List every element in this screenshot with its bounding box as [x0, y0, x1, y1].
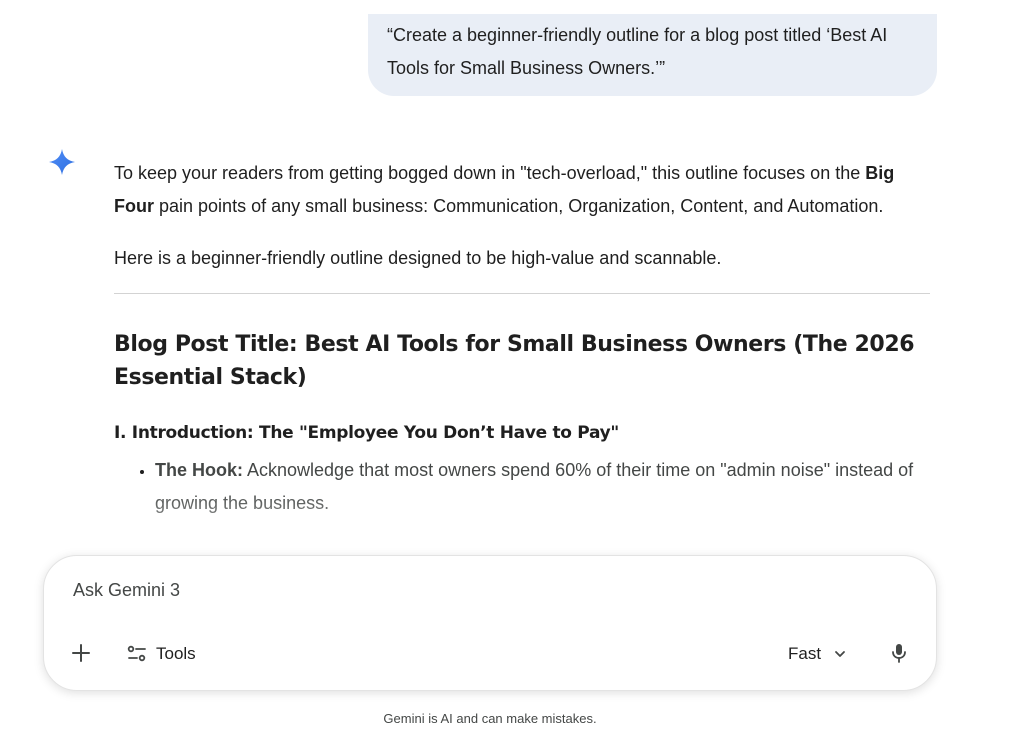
tools-button[interactable]: Tools	[126, 639, 196, 669]
divider	[114, 293, 930, 294]
microphone-icon	[892, 644, 906, 663]
voice-input-button[interactable]	[884, 638, 914, 668]
scroll-fade-overlay	[0, 490, 1024, 560]
tools-sliders-icon	[127, 645, 146, 662]
response-intro: To keep your readers from getting bogged…	[114, 157, 930, 223]
prompt-input[interactable]: Ask Gemini 3	[73, 580, 180, 601]
add-button[interactable]	[66, 638, 96, 668]
mode-selector[interactable]: Fast	[788, 639, 847, 669]
user-message-text: “Create a beginner-friendly outline for …	[387, 25, 888, 78]
intro-text-start: To keep your readers from getting bogged…	[114, 163, 866, 183]
chevron-down-icon	[835, 651, 845, 657]
blog-title-heading: Blog Post Title: Best AI Tools for Small…	[114, 332, 915, 390]
ai-disclaimer: Gemini is AI and can make mistakes.	[383, 711, 597, 726]
tools-label: Tools	[156, 644, 196, 663]
prompt-composer[interactable]: Ask Gemini 3 Tools Fast	[43, 555, 937, 691]
assistant-response: To keep your readers from getting bogged…	[114, 157, 930, 520]
plus-icon	[72, 644, 90, 662]
section-heading: I. Introduction: The "Employee You Don’t…	[114, 423, 619, 443]
bullet-label: The Hook:	[155, 460, 243, 480]
gemini-sparkle-icon	[49, 149, 75, 175]
mode-label: Fast	[788, 644, 822, 663]
response-line2: Here is a beginner-friendly outline desi…	[114, 248, 722, 268]
user-message-bubble: “Create a beginner-friendly outline for …	[368, 14, 937, 96]
intro-text-end: pain points of any small business: Commu…	[154, 196, 884, 216]
